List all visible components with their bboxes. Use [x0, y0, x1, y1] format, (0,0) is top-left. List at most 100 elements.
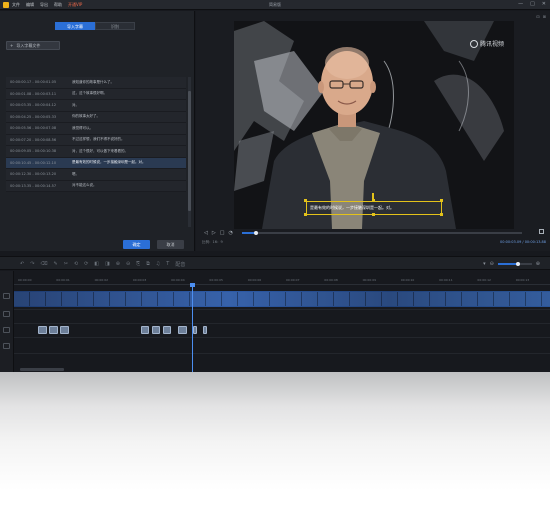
subtitle-text[interactable]: 嗯。 — [72, 172, 186, 177]
undo-icon[interactable]: ↶ — [20, 261, 24, 268]
volume-icon[interactable]: ◔ — [228, 230, 232, 236]
rotate-left-icon[interactable]: ⟲ — [74, 261, 78, 268]
subtitle-clip[interactable] — [193, 326, 197, 334]
copy-icon[interactable]: ⎘ — [136, 261, 140, 268]
subtitle-text[interactable]: 你的故事太好了。 — [72, 114, 186, 119]
zoom-slider-thumb[interactable] — [516, 262, 521, 266]
subtitle-text[interactable]: 对，这个很好，可以做下来看看的。 — [72, 149, 186, 154]
ruler-tick-label: 00:00:04 — [171, 278, 185, 282]
subtitle-row[interactable]: 00:00:09.05 - 00:00:10.38 对，这个很好，可以做下来看看的… — [6, 146, 186, 158]
crop-right-icon[interactable]: ◨ — [105, 261, 110, 268]
subtitle-row[interactable]: 00:00:04.25 - 00:00:05.33 你的故事太好了。 — [6, 111, 186, 123]
video-thumbnail-frame — [14, 292, 30, 306]
subtitle-text[interactable]: 对。 — [72, 103, 186, 108]
zoom-in-icon[interactable]: ⊕ — [536, 261, 540, 267]
import-subtitle-file-button[interactable]: + 导入字幕文件 — [6, 41, 60, 50]
timeline-horizontal-scrollbar[interactable] — [20, 368, 64, 371]
subtitle-clip[interactable] — [178, 326, 187, 334]
video-editor-window: 文件 编辑 导出 帮助 开通VIP 简易版 — □ ✕ 导入字幕 识别 + 导入… — [0, 0, 550, 372]
subtitle-row[interactable]: 00:00:13.35 - 00:00:14.57 对不能这么说。 — [6, 180, 186, 192]
subtitle-clip[interactable] — [49, 326, 58, 334]
subtitle-text[interactable]: 我知道你的故事是什么了。 — [72, 80, 186, 85]
zoom-out-clip-icon[interactable]: ⊖ — [126, 261, 130, 268]
subtitle-row[interactable]: 00:00:05.56 - 00:00:07.08 我觉得可以。 — [6, 123, 186, 135]
subtitle-time: 00:00:04.25 - 00:00:05.33 — [10, 114, 57, 119]
resize-handle[interactable] — [304, 199, 307, 202]
scrollbar-thumb[interactable] — [188, 91, 191, 211]
subtitle-clip[interactable] — [60, 326, 69, 334]
video-track[interactable] — [14, 291, 550, 307]
zoom-slider[interactable] — [497, 262, 532, 266]
maximize-icon[interactable]: □ — [530, 2, 535, 7]
play-icon[interactable]: ▷ — [212, 230, 216, 236]
minimize-icon[interactable]: — — [518, 2, 523, 7]
subtitle-track-icon[interactable] — [3, 327, 10, 333]
close-icon[interactable]: ✕ — [542, 2, 546, 7]
zoom-in-clip-icon[interactable]: ⊕ — [116, 261, 120, 268]
video-thumbnail-frame — [286, 292, 302, 306]
text-icon[interactable]: T — [166, 261, 169, 268]
timeline-ruler[interactable]: 00:00:00 00:00:01 00:00:02 00:00:03 00:00:04… — [14, 271, 550, 285]
cancel-button[interactable]: 取消 — [157, 240, 184, 249]
resize-handle[interactable] — [304, 213, 307, 216]
video-thumbnail-frame — [430, 292, 446, 306]
subtitle-clip[interactable] — [38, 326, 47, 334]
video-thumbnail-frame — [366, 292, 382, 306]
video-frame[interactable]: 腾讯视频 是最有效的时候说，一步接触深圳是一起。对。 — [234, 21, 514, 229]
split-icon[interactable]: ✂ — [64, 261, 68, 268]
music-icon[interactable]: ♫ — [156, 261, 160, 268]
tab-recognize[interactable]: 识别 — [95, 22, 135, 30]
marker-icon[interactable]: ▾ — [483, 261, 486, 267]
subtitle-time: 00:00:12.30 - 00:00:13.20 — [10, 172, 57, 177]
subtitle-row[interactable]: 00:00:03.35 - 00:00:04.12 对。 — [6, 100, 186, 112]
audio-track-icon[interactable] — [3, 311, 10, 317]
resize-handle[interactable] — [440, 199, 443, 202]
video-thumbnail-frame — [350, 292, 366, 306]
playhead[interactable] — [192, 285, 193, 372]
subtitle-text[interactable]: 不过这样想，我们不得不说好的。 — [72, 137, 186, 142]
timeline-zoom-control: ▾ ⊖ ⊕ — [483, 261, 540, 267]
aspect-ratio-label[interactable]: 比例：16：9 — [202, 240, 223, 245]
video-thumbnail-frame — [78, 292, 94, 306]
resize-handle[interactable] — [440, 213, 443, 216]
fullscreen-icon[interactable] — [539, 229, 544, 234]
confirm-button[interactable]: 确定 — [123, 240, 150, 249]
watermark-text: 腾讯视频 — [479, 41, 504, 48]
crop-left-icon[interactable]: ◧ — [94, 261, 99, 268]
previous-frame-icon[interactable]: ◁ — [204, 230, 208, 236]
subtitle-text[interactable]: 对不能这么说。 — [72, 183, 186, 188]
rotate-right-icon[interactable]: ⟳ — [84, 261, 88, 268]
redo-icon[interactable]: ↷ — [30, 261, 34, 268]
layout-icon[interactable]: ⊞ — [543, 14, 546, 19]
subtitle-clip[interactable] — [203, 326, 207, 334]
music-track-icon[interactable] — [3, 343, 10, 349]
resize-handle[interactable] — [372, 213, 375, 216]
tab-import-subtitles[interactable]: 导入字幕 — [55, 22, 95, 30]
subtitle-row[interactable]: 00:00:01.08 - 00:00:03.11 这，这个故事很好啊。 — [6, 88, 186, 100]
voiceover-button[interactable]: 配音 — [175, 261, 185, 268]
subtitle-time: 00:00:01.08 - 00:00:03.11 — [10, 91, 57, 96]
progress-thumb[interactable] — [254, 231, 258, 235]
video-track-icon[interactable] — [3, 293, 10, 299]
stop-icon[interactable]: □ — [220, 230, 225, 236]
subtitle-row[interactable]: 00:00:07.20 - 00:00:08.56 不过这样想，我们不得不说好的。 — [6, 134, 186, 146]
snapshot-icon[interactable]: ⊡ — [536, 14, 539, 19]
subtitle-text[interactable]: 我觉得可以。 — [72, 126, 186, 131]
timeline-toolbar: ↶ ↷ ⌫ ✎ ✂ ⟲ ⟳ ◧ ◨ ⊕ ⊖ ⎘ ⧉ ♫ T 配音 ▾ ⊖ ⊕ — [0, 256, 550, 270]
playback-controls: ◁ ▷ □ ◔ — [204, 230, 233, 236]
subtitle-text[interactable]: 是最有效的时候说，一步接触深圳是一起。对。 — [72, 160, 186, 165]
duplicate-icon[interactable]: ⧉ — [146, 261, 150, 268]
resize-handle[interactable] — [372, 199, 375, 202]
subtitle-clip[interactable] — [152, 326, 160, 334]
subtitle-clip[interactable] — [141, 326, 149, 334]
subtitle-row[interactable]: 00:00:12.30 - 00:00:13.20 嗯。 — [6, 169, 186, 181]
zoom-out-icon[interactable]: ⊖ — [490, 261, 494, 267]
subtitle-clip[interactable] — [163, 326, 171, 334]
playback-progress-bar[interactable] — [242, 231, 522, 235]
subtitle-row[interactable]: 00:00:00.17 - 00:00:01.05 我知道你的故事是什么了。 — [6, 77, 186, 89]
delete-icon[interactable]: ⌫ — [40, 261, 47, 268]
subtitle-text[interactable]: 这，这个故事很好啊。 — [72, 91, 186, 96]
edit-icon[interactable]: ✎ — [53, 261, 57, 268]
rotate-handle[interactable] — [372, 193, 374, 199]
subtitle-row-selected[interactable]: 00:00:10.45 - 00:00:12.10 是最有效的时候说，一步接触深圳… — [6, 157, 186, 169]
